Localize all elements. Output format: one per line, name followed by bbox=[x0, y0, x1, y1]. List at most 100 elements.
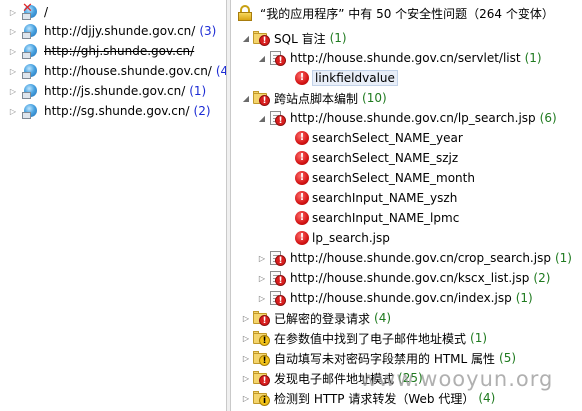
issue-count: (1) bbox=[470, 331, 488, 345]
expand-arrow-icon[interactable]: ▷ bbox=[8, 101, 18, 121]
issue-tree-panel: “我的应用程序” 中有 50 个安全性问题（264 个变体） ◢ ! SQL 盲… bbox=[231, 0, 582, 411]
issue-url-label: http://house.shunde.gov.cn/crop_search.j… bbox=[290, 251, 551, 265]
expand-arrow-icon[interactable]: ▷ bbox=[241, 368, 251, 388]
issue-count: (5) bbox=[499, 351, 517, 365]
host-label: / bbox=[44, 5, 49, 19]
error-icon: ! bbox=[295, 231, 309, 245]
issue-count: (1) bbox=[554, 251, 572, 265]
folder-issue-icon: ! bbox=[253, 310, 271, 326]
host-label: http://js.shunde.gov.cn/ bbox=[44, 84, 186, 98]
host-label: http://house.shunde.gov.cn/ bbox=[44, 64, 212, 78]
expand-arrow-icon[interactable]: ▷ bbox=[257, 288, 267, 308]
folder-issue-icon: ! bbox=[253, 90, 271, 106]
issue-count: (4) bbox=[374, 311, 392, 325]
issue-group-label: 自动填写未对密码字段禁用的 HTML 属性 bbox=[274, 351, 496, 366]
page-issue-icon: ! bbox=[269, 50, 287, 66]
expand-arrow-icon[interactable]: ▷ bbox=[8, 61, 18, 81]
expand-arrow-icon[interactable]: ▷ bbox=[8, 2, 18, 22]
issue-group-label: 已解密的登录请求 bbox=[274, 311, 371, 326]
host-label: http://djjy.shunde.gov.cn/ bbox=[44, 24, 196, 38]
issue-group-email-param[interactable]: ▷ ! 在参数值中找到了电子邮件地址模式 (1) bbox=[241, 328, 487, 348]
issue-url-label: http://house.shunde.gov.cn/lp_search.jsp bbox=[290, 111, 536, 125]
expand-arrow-icon[interactable]: ▷ bbox=[257, 248, 267, 268]
globe-icon bbox=[22, 83, 38, 99]
host-count: (3) bbox=[199, 24, 217, 38]
page-issue-icon: ! bbox=[269, 110, 287, 126]
host-tree-item[interactable]: ▷ http://ghj.shunde.gov.cn/ bbox=[0, 41, 194, 61]
error-icon: ! bbox=[295, 171, 309, 185]
issue-group-http-forward[interactable]: ▷ i 检测到 HTTP 请求转发（Web 代理） (4) bbox=[241, 388, 495, 408]
issue-url-label: http://house.shunde.gov.cn/kscx_list.jsp bbox=[290, 271, 530, 285]
issue-group-xss[interactable]: ◢ ! 跨站点脚本编制 (10) bbox=[241, 88, 387, 108]
host-count: (44 bbox=[215, 64, 226, 78]
expand-arrow-icon[interactable]: ▷ bbox=[241, 308, 251, 328]
issue-param-label: linkfieldvalue bbox=[312, 70, 398, 86]
issue-param-item[interactable]: ! searchSelect_NAME_szjz bbox=[293, 148, 458, 168]
issue-param-label: searchSelect_NAME_month bbox=[312, 171, 475, 185]
root-label: “我的应用程序” 中有 50 个安全性问题（264 个变体） bbox=[260, 6, 554, 21]
issue-param-item[interactable]: ! lp_search.jsp bbox=[293, 228, 390, 248]
issue-param-item[interactable]: ! searchSelect_NAME_month bbox=[293, 168, 475, 188]
issue-group-email-found[interactable]: ▷ ! 发现电子邮件地址模式 (25) bbox=[241, 368, 423, 388]
issue-count: (4) bbox=[478, 391, 496, 405]
host-tree-item[interactable]: ▷ http://sg.shunde.gov.cn/ (2) bbox=[0, 101, 211, 121]
host-label: http://ghj.shunde.gov.cn/ bbox=[44, 44, 195, 58]
folder-warning-icon: ! bbox=[253, 350, 271, 366]
host-tree-item[interactable]: ▷ http://js.shunde.gov.cn/ (1) bbox=[0, 81, 206, 101]
collapse-arrow-icon[interactable]: ◢ bbox=[257, 108, 267, 128]
issue-url-item[interactable]: ▷ ! http://house.shunde.gov.cn/index.jsp… bbox=[257, 288, 533, 308]
collapse-arrow-icon[interactable]: ◢ bbox=[241, 28, 251, 48]
issue-url-label: http://house.shunde.gov.cn/servlet/list bbox=[290, 51, 521, 65]
expand-arrow-icon[interactable]: ▷ bbox=[241, 328, 251, 348]
globe-icon bbox=[22, 63, 38, 79]
folder-warning-icon: ! bbox=[253, 330, 271, 346]
expand-arrow-icon[interactable]: ▷ bbox=[8, 81, 18, 101]
issue-param-item[interactable]: ! linkfieldvalue bbox=[293, 68, 398, 88]
expand-arrow-icon[interactable]: ▷ bbox=[241, 348, 251, 368]
issue-group-label: SQL 盲注 bbox=[274, 31, 326, 46]
host-tree-item[interactable]: ▷ http://djjy.shunde.gov.cn/ (3) bbox=[0, 21, 216, 41]
host-count: (1) bbox=[189, 84, 207, 98]
host-tree-item[interactable]: ▷ http://house.shunde.gov.cn/ (44 bbox=[0, 61, 226, 81]
expand-arrow-icon[interactable]: ▷ bbox=[8, 21, 18, 41]
issue-group-autocomplete[interactable]: ▷ ! 自动填写未对密码字段禁用的 HTML 属性 (5) bbox=[241, 348, 516, 368]
host-tree-item[interactable]: ▷ ✕ / bbox=[0, 1, 49, 22]
issue-group-login[interactable]: ▷ ! 已解密的登录请求 (4) bbox=[241, 308, 391, 328]
issue-param-label: searchInput_NAME_lpmc bbox=[312, 211, 460, 225]
issue-tree-root[interactable]: “我的应用程序” 中有 50 个安全性问题（264 个变体） bbox=[237, 3, 554, 23]
issue-param-item[interactable]: ! searchSelect_NAME_year bbox=[293, 128, 463, 148]
issue-group-label: 发现电子邮件地址模式 bbox=[274, 371, 395, 386]
folder-info-icon: i bbox=[253, 390, 271, 406]
expand-arrow-icon[interactable]: ▷ bbox=[257, 268, 267, 288]
issue-param-item[interactable]: ! searchInput_NAME_lpmc bbox=[293, 208, 459, 228]
folder-issue-icon: ! bbox=[253, 370, 271, 386]
issue-group-label: 检测到 HTTP 请求转发（Web 代理） bbox=[274, 391, 475, 406]
issue-url-item[interactable]: ▷ ! http://house.shunde.gov.cn/crop_sear… bbox=[257, 248, 572, 268]
issue-url-item[interactable]: ◢ ! http://house.shunde.gov.cn/servlet/l… bbox=[257, 48, 542, 68]
page-issue-icon: ! bbox=[269, 290, 287, 306]
page-issue-icon: ! bbox=[269, 270, 287, 286]
issue-param-label: searchSelect_NAME_szjz bbox=[312, 151, 459, 165]
globe-icon: ✕ bbox=[22, 1, 38, 20]
issue-url-label: http://house.shunde.gov.cn/index.jsp bbox=[290, 291, 512, 305]
issue-group-label: 在参数值中找到了电子邮件地址模式 bbox=[274, 331, 467, 346]
error-icon: ! bbox=[295, 211, 309, 225]
issue-url-item[interactable]: ◢ ! http://house.shunde.gov.cn/lp_search… bbox=[257, 108, 557, 128]
issue-group-label: 跨站点脚本编制 bbox=[274, 91, 359, 106]
globe-icon bbox=[22, 23, 38, 39]
globe-icon bbox=[22, 43, 38, 59]
issue-param-item[interactable]: ! searchInput_NAME_yszh bbox=[293, 188, 457, 208]
host-tree-panel: ▷ ✕ / ▷ http://djjy.shunde.gov.cn/ (3) ▷… bbox=[0, 0, 226, 411]
issue-group-sql[interactable]: ◢ ! SQL 盲注 (1) bbox=[241, 28, 347, 48]
expand-arrow-icon[interactable]: ▷ bbox=[8, 41, 18, 61]
lock-icon bbox=[237, 5, 253, 21]
error-icon: ! bbox=[295, 131, 309, 145]
error-icon: ! bbox=[295, 191, 309, 205]
issue-url-item[interactable]: ▷ ! http://house.shunde.gov.cn/kscx_list… bbox=[257, 268, 550, 288]
issue-count: (10) bbox=[362, 91, 387, 105]
collapse-arrow-icon[interactable]: ◢ bbox=[257, 48, 267, 68]
error-icon: ! bbox=[295, 151, 309, 165]
expand-arrow-icon[interactable]: ▷ bbox=[241, 388, 251, 408]
collapse-arrow-icon[interactable]: ◢ bbox=[241, 88, 251, 108]
page-issue-icon: ! bbox=[269, 250, 287, 266]
